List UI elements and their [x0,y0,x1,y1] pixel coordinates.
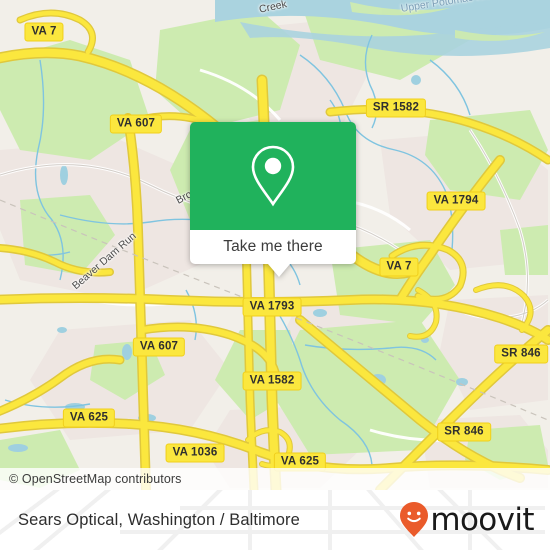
road-shield[interactable]: VA 7 [24,22,64,42]
moovit-logo[interactable]: moovit [399,501,535,539]
map-pin-icon [251,145,295,207]
place-title: Sears Optical, Washington / Baltimore [18,510,300,529]
location-popup-card[interactable]: Take me there [190,122,356,277]
popup-footer[interactable]: Take me there [190,230,356,277]
road-shield[interactable]: VA 607 [109,114,163,134]
popup-pointer [268,264,290,277]
road-shield[interactable]: VA 1794 [426,191,486,211]
moovit-smiley-pin-icon [400,502,429,537]
attribution-text: © OpenStreetMap contributors [9,472,182,486]
road-shield[interactable]: SR 846 [437,422,491,442]
take-me-there-button[interactable]: Take me there [223,238,323,256]
road-shield[interactable]: SR 1582 [365,98,427,118]
brand-wordmark: moovit [430,501,534,538]
popup-header [190,122,356,230]
road-shield[interactable]: VA 625 [62,408,116,428]
footer-bar: Sears Optical, Washington / Baltimore mo… [0,490,550,550]
moovit-map-screenshot: Upper Potomac River Creek Beaver Dam Run… [0,0,550,550]
map-attribution-bar: © OpenStreetMap contributors [0,468,550,490]
road-shield[interactable]: VA 1036 [165,443,225,463]
road-shield[interactable]: VA 7 [379,257,419,277]
road-shield[interactable]: SR 846 [494,344,548,364]
road-shield[interactable]: VA 1793 [242,297,302,317]
road-shield[interactable]: VA 1582 [242,371,302,391]
road-shield[interactable]: VA 607 [132,337,186,357]
